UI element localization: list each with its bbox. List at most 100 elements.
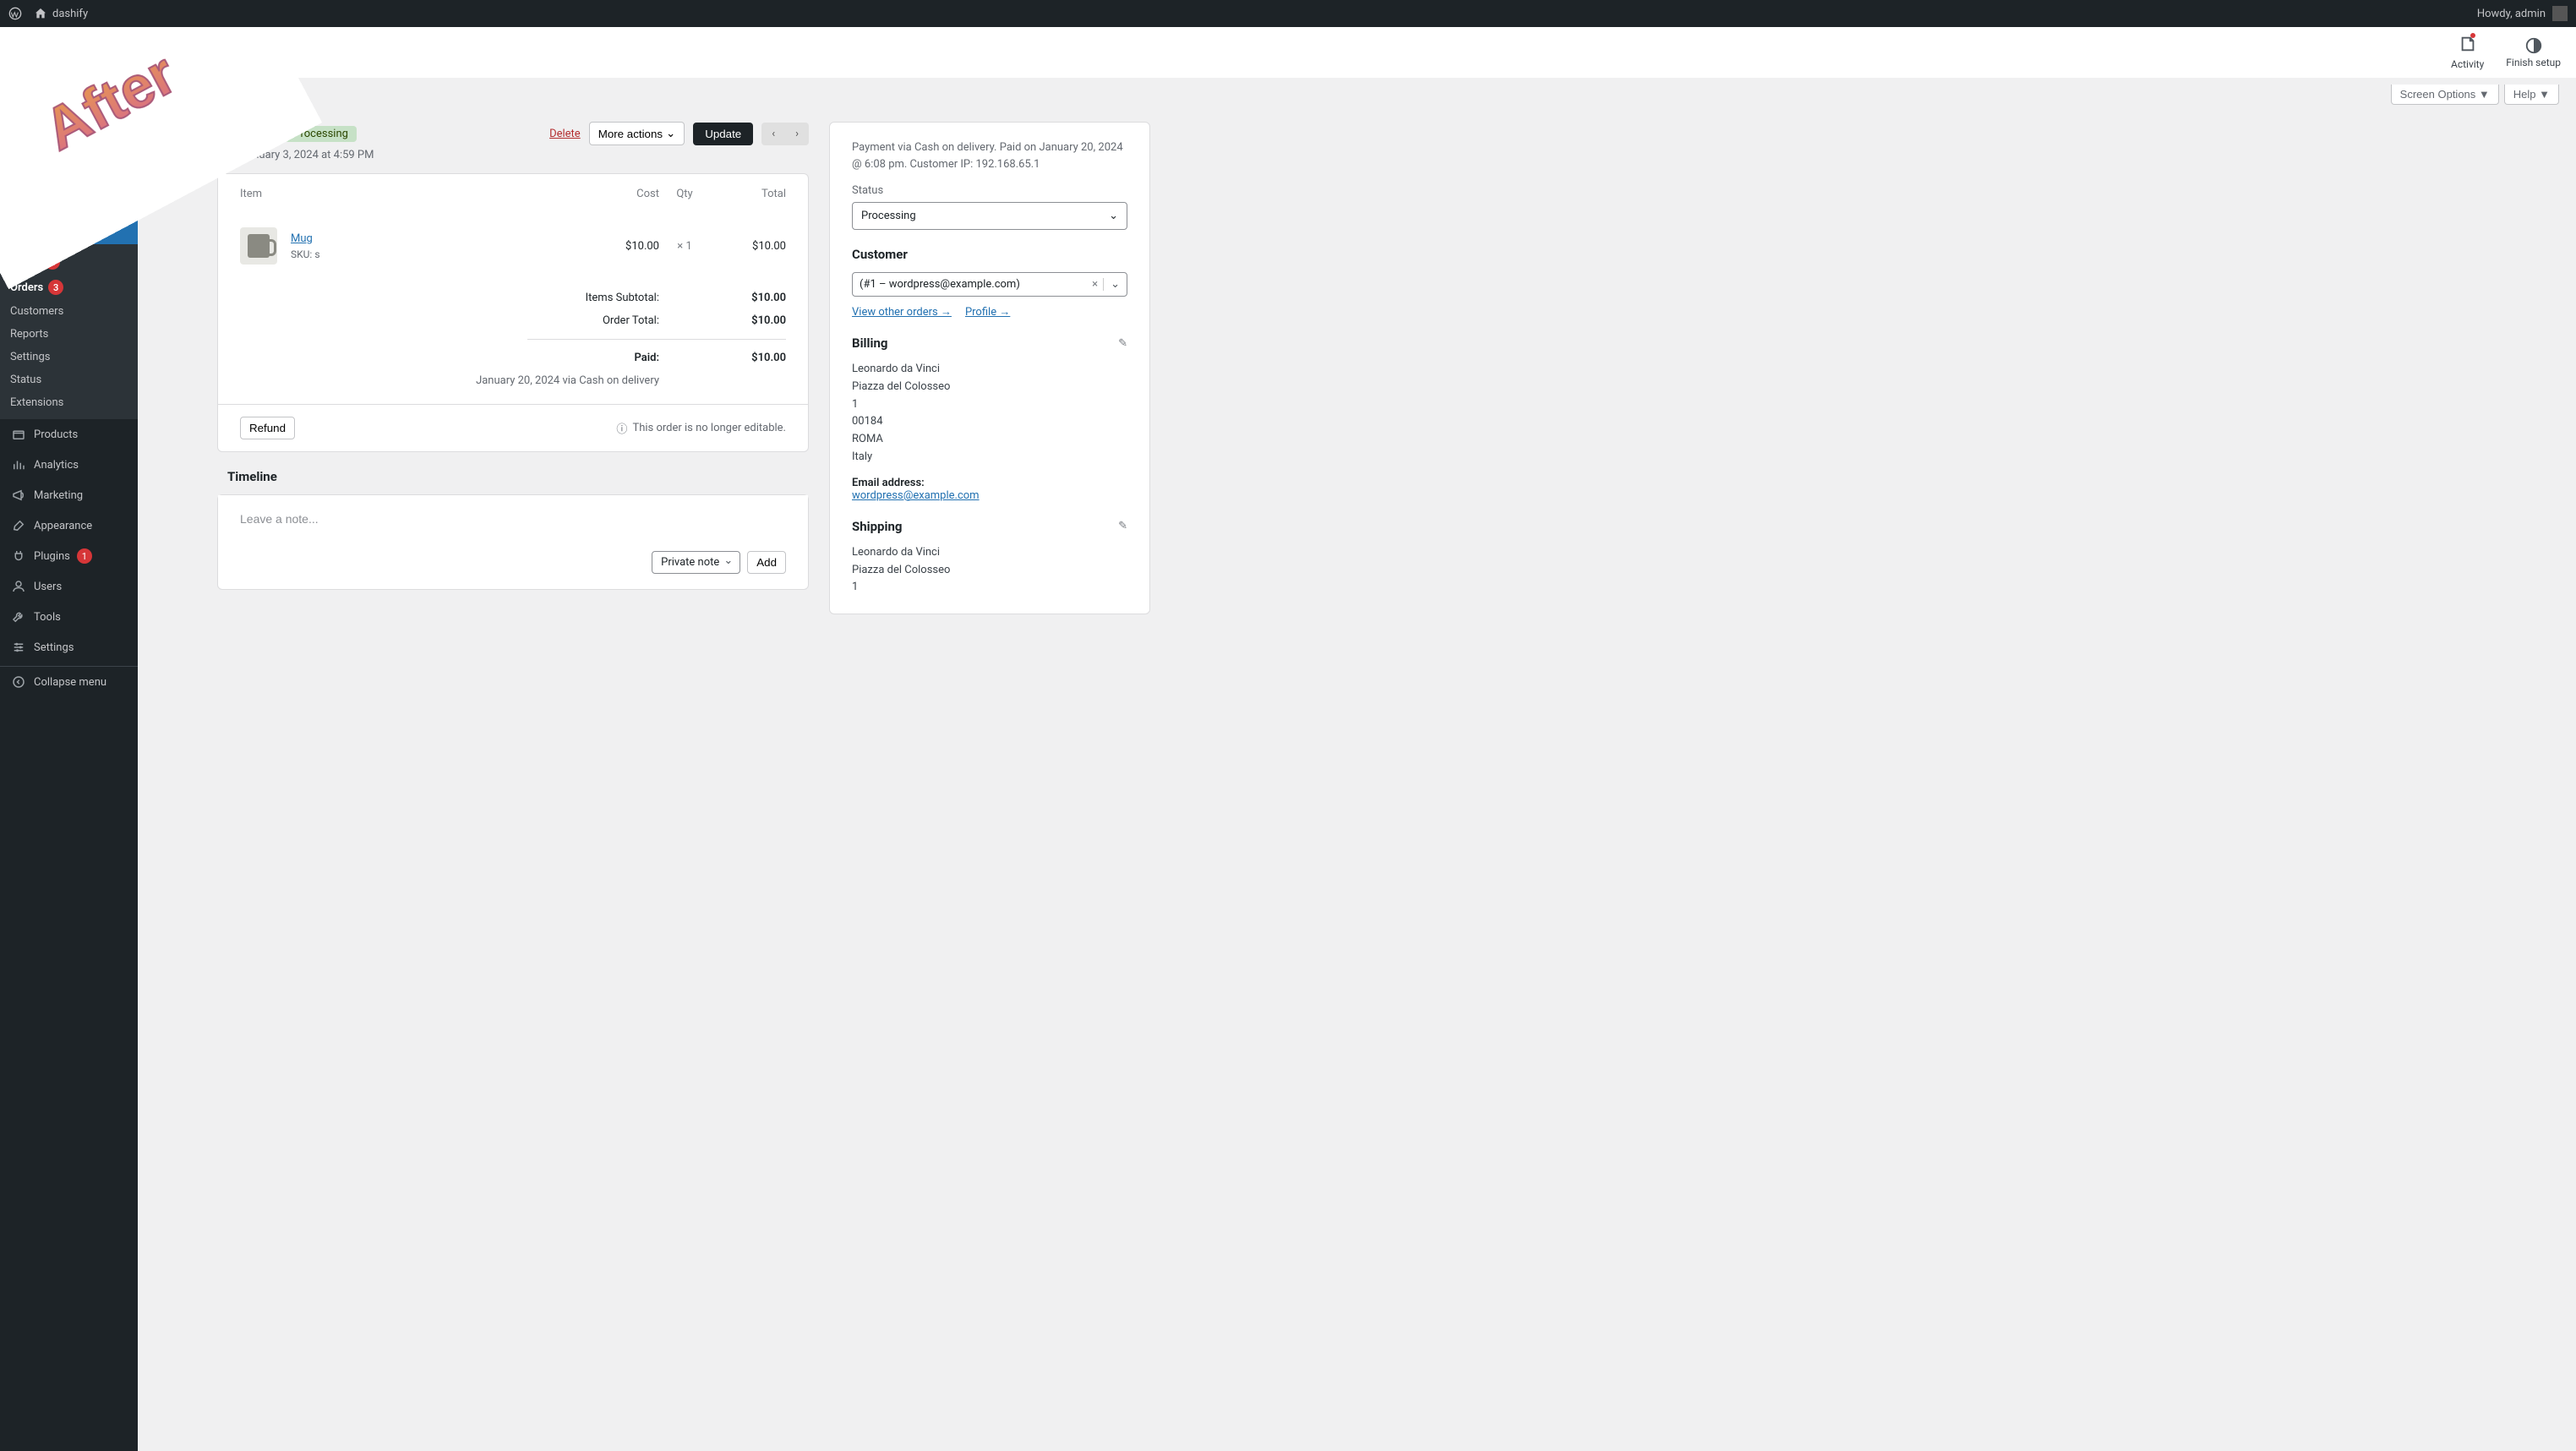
sidebar-label: Tools [34, 611, 61, 624]
delete-link[interactable]: Delete [549, 128, 581, 140]
badge: 3 [48, 280, 63, 295]
shipping-line: Leonardo da Vinci [852, 544, 1127, 562]
sidebar-item-analytics[interactable]: Analytics [0, 450, 138, 480]
customer-title: Customer [852, 247, 908, 262]
product-name-link[interactable]: Mug [291, 232, 313, 245]
mug-icon [248, 234, 270, 258]
item-total: $10.00 [710, 240, 786, 253]
options-bar: Screen Options ▼ Help ▼ [138, 78, 2576, 105]
sidebar-item-settings[interactable]: Settings [0, 632, 138, 663]
chevron-down-icon[interactable]: ⌄ [1103, 278, 1120, 291]
profile-link[interactable]: Profile → [965, 305, 1010, 319]
chevron-down-icon: ⌄ [1109, 210, 1118, 222]
next-order-icon[interactable]: › [785, 123, 809, 145]
billing-line: 1 [852, 396, 1127, 414]
site-name: dashify [52, 8, 88, 20]
prev-order-icon[interactable]: ‹ [761, 123, 785, 145]
email-link[interactable]: wordpress@example.com [852, 489, 980, 502]
order-nav: ‹ › [761, 123, 809, 145]
submenu-extensions[interactable]: Extensions [0, 391, 138, 414]
submenu-label: Extensions [10, 396, 63, 409]
refund-button[interactable]: Refund [240, 417, 295, 439]
sidebar-label: Settings [34, 641, 74, 654]
finish-setup-button[interactable]: Finish setup [2506, 36, 2561, 68]
submenu-customers[interactable]: Customers [0, 300, 138, 323]
sliders-icon [10, 639, 27, 656]
order-timestamp: January 3, 2024 at 4:59 PM [241, 149, 809, 161]
sidebar-item-tools[interactable]: Tools [0, 602, 138, 632]
note-type-select[interactable]: Private note [652, 551, 740, 574]
col-total: Total [710, 188, 786, 200]
items-header: Item Cost Qty Total [218, 174, 808, 214]
billing-line: Leonardo da Vinci [852, 361, 1127, 379]
submenu-label: Status [10, 374, 41, 386]
status-label: Status [852, 184, 1127, 197]
order-meta-card: Payment via Cash on delivery. Paid on Ja… [829, 122, 1150, 614]
more-actions-button[interactable]: More actions ⌄ [589, 122, 685, 145]
payment-meta: Payment via Cash on delivery. Paid on Ja… [852, 139, 1127, 172]
paid-label: Paid: [507, 352, 659, 364]
status-value: Processing [861, 210, 916, 222]
email-label: Email address: [852, 477, 1127, 489]
update-button[interactable]: Update [693, 123, 753, 145]
brush-icon [10, 517, 27, 534]
greeting-text[interactable]: Howdy, admin [2477, 8, 2546, 20]
view-other-orders-link[interactable]: View other orders → [852, 305, 952, 319]
edit-billing-icon[interactable]: ✎ [1118, 337, 1127, 350]
sidebar-label: Appearance [34, 520, 92, 532]
sidebar-label: Marketing [34, 489, 83, 502]
activity-button[interactable]: Activity [2451, 35, 2484, 70]
paid-meta: January 20, 2024 via Cash on delivery [240, 374, 659, 387]
note-type-label: Private note [661, 556, 719, 569]
archive-icon [10, 426, 27, 443]
screen-options-label: Screen Options [2400, 88, 2476, 101]
paid-value: $10.00 [727, 352, 786, 364]
collapse-icon [10, 674, 27, 690]
sidebar-item-plugins[interactable]: Plugins 1 [0, 541, 138, 571]
avatar-icon[interactable] [2552, 6, 2568, 21]
shipping-title: Shipping [852, 519, 902, 534]
sidebar-label: Analytics [34, 459, 79, 472]
subtotal-value: $10.00 [727, 292, 786, 304]
billing-title: Billing [852, 335, 887, 351]
product-thumbnail[interactable] [240, 227, 277, 265]
timeline-title: Timeline [227, 469, 809, 484]
top-panel: Activity Finish setup [138, 27, 2576, 78]
shipping-line: 1 [852, 579, 1127, 597]
wp-logo-icon[interactable] [8, 7, 22, 20]
help-button[interactable]: Help ▼ [2504, 85, 2559, 105]
totals-section: Items Subtotal: $10.00 Order Total: $10.… [218, 278, 808, 404]
site-link[interactable]: dashify [34, 7, 88, 20]
main-content: Activity Finish setup Screen Options ▼ H… [138, 27, 2576, 648]
items-card-footer: Refund ⓘ This order is no longer editabl… [218, 404, 808, 451]
activity-label: Activity [2451, 58, 2484, 70]
item-qty: × 1 [659, 240, 710, 253]
billing-line: ROMA [852, 431, 1127, 449]
clear-customer-icon[interactable]: × [1087, 278, 1103, 291]
sidebar-item-users[interactable]: Users [0, 571, 138, 602]
sidebar-label: Plugins [34, 550, 70, 563]
order-total-label: Order Total: [507, 314, 659, 327]
edit-shipping-icon[interactable]: ✎ [1118, 520, 1127, 532]
status-select[interactable]: Processing ⌄ [852, 202, 1127, 230]
subtotal-label: Items Subtotal: [507, 292, 659, 304]
item-cost: $10.00 [583, 240, 659, 253]
collapse-menu[interactable]: Collapse menu [0, 666, 138, 697]
submenu-settings[interactable]: Settings [0, 346, 138, 368]
col-cost: Cost [583, 188, 659, 200]
items-card: Item Cost Qty Total Mug SKU: s $10.00 × … [217, 173, 809, 452]
note-input[interactable] [218, 495, 808, 543]
chart-icon [10, 456, 27, 473]
submenu-status[interactable]: Status [0, 368, 138, 391]
add-note-button[interactable]: Add [747, 551, 786, 574]
sidebar-item-appearance[interactable]: Appearance [0, 510, 138, 541]
sidebar-item-products[interactable]: Products [0, 419, 138, 450]
sidebar-item-marketing[interactable]: Marketing [0, 480, 138, 510]
more-actions-label: More actions [598, 128, 663, 140]
billing-line: Italy [852, 449, 1127, 466]
submenu-reports[interactable]: Reports [0, 323, 138, 346]
ribbon-text: After [33, 39, 187, 163]
submenu-label: Customers [10, 305, 63, 318]
screen-options-button[interactable]: Screen Options ▼ [2391, 85, 2499, 105]
customer-select[interactable]: (#1 – wordpress@example.com) × ⌄ [852, 272, 1127, 297]
